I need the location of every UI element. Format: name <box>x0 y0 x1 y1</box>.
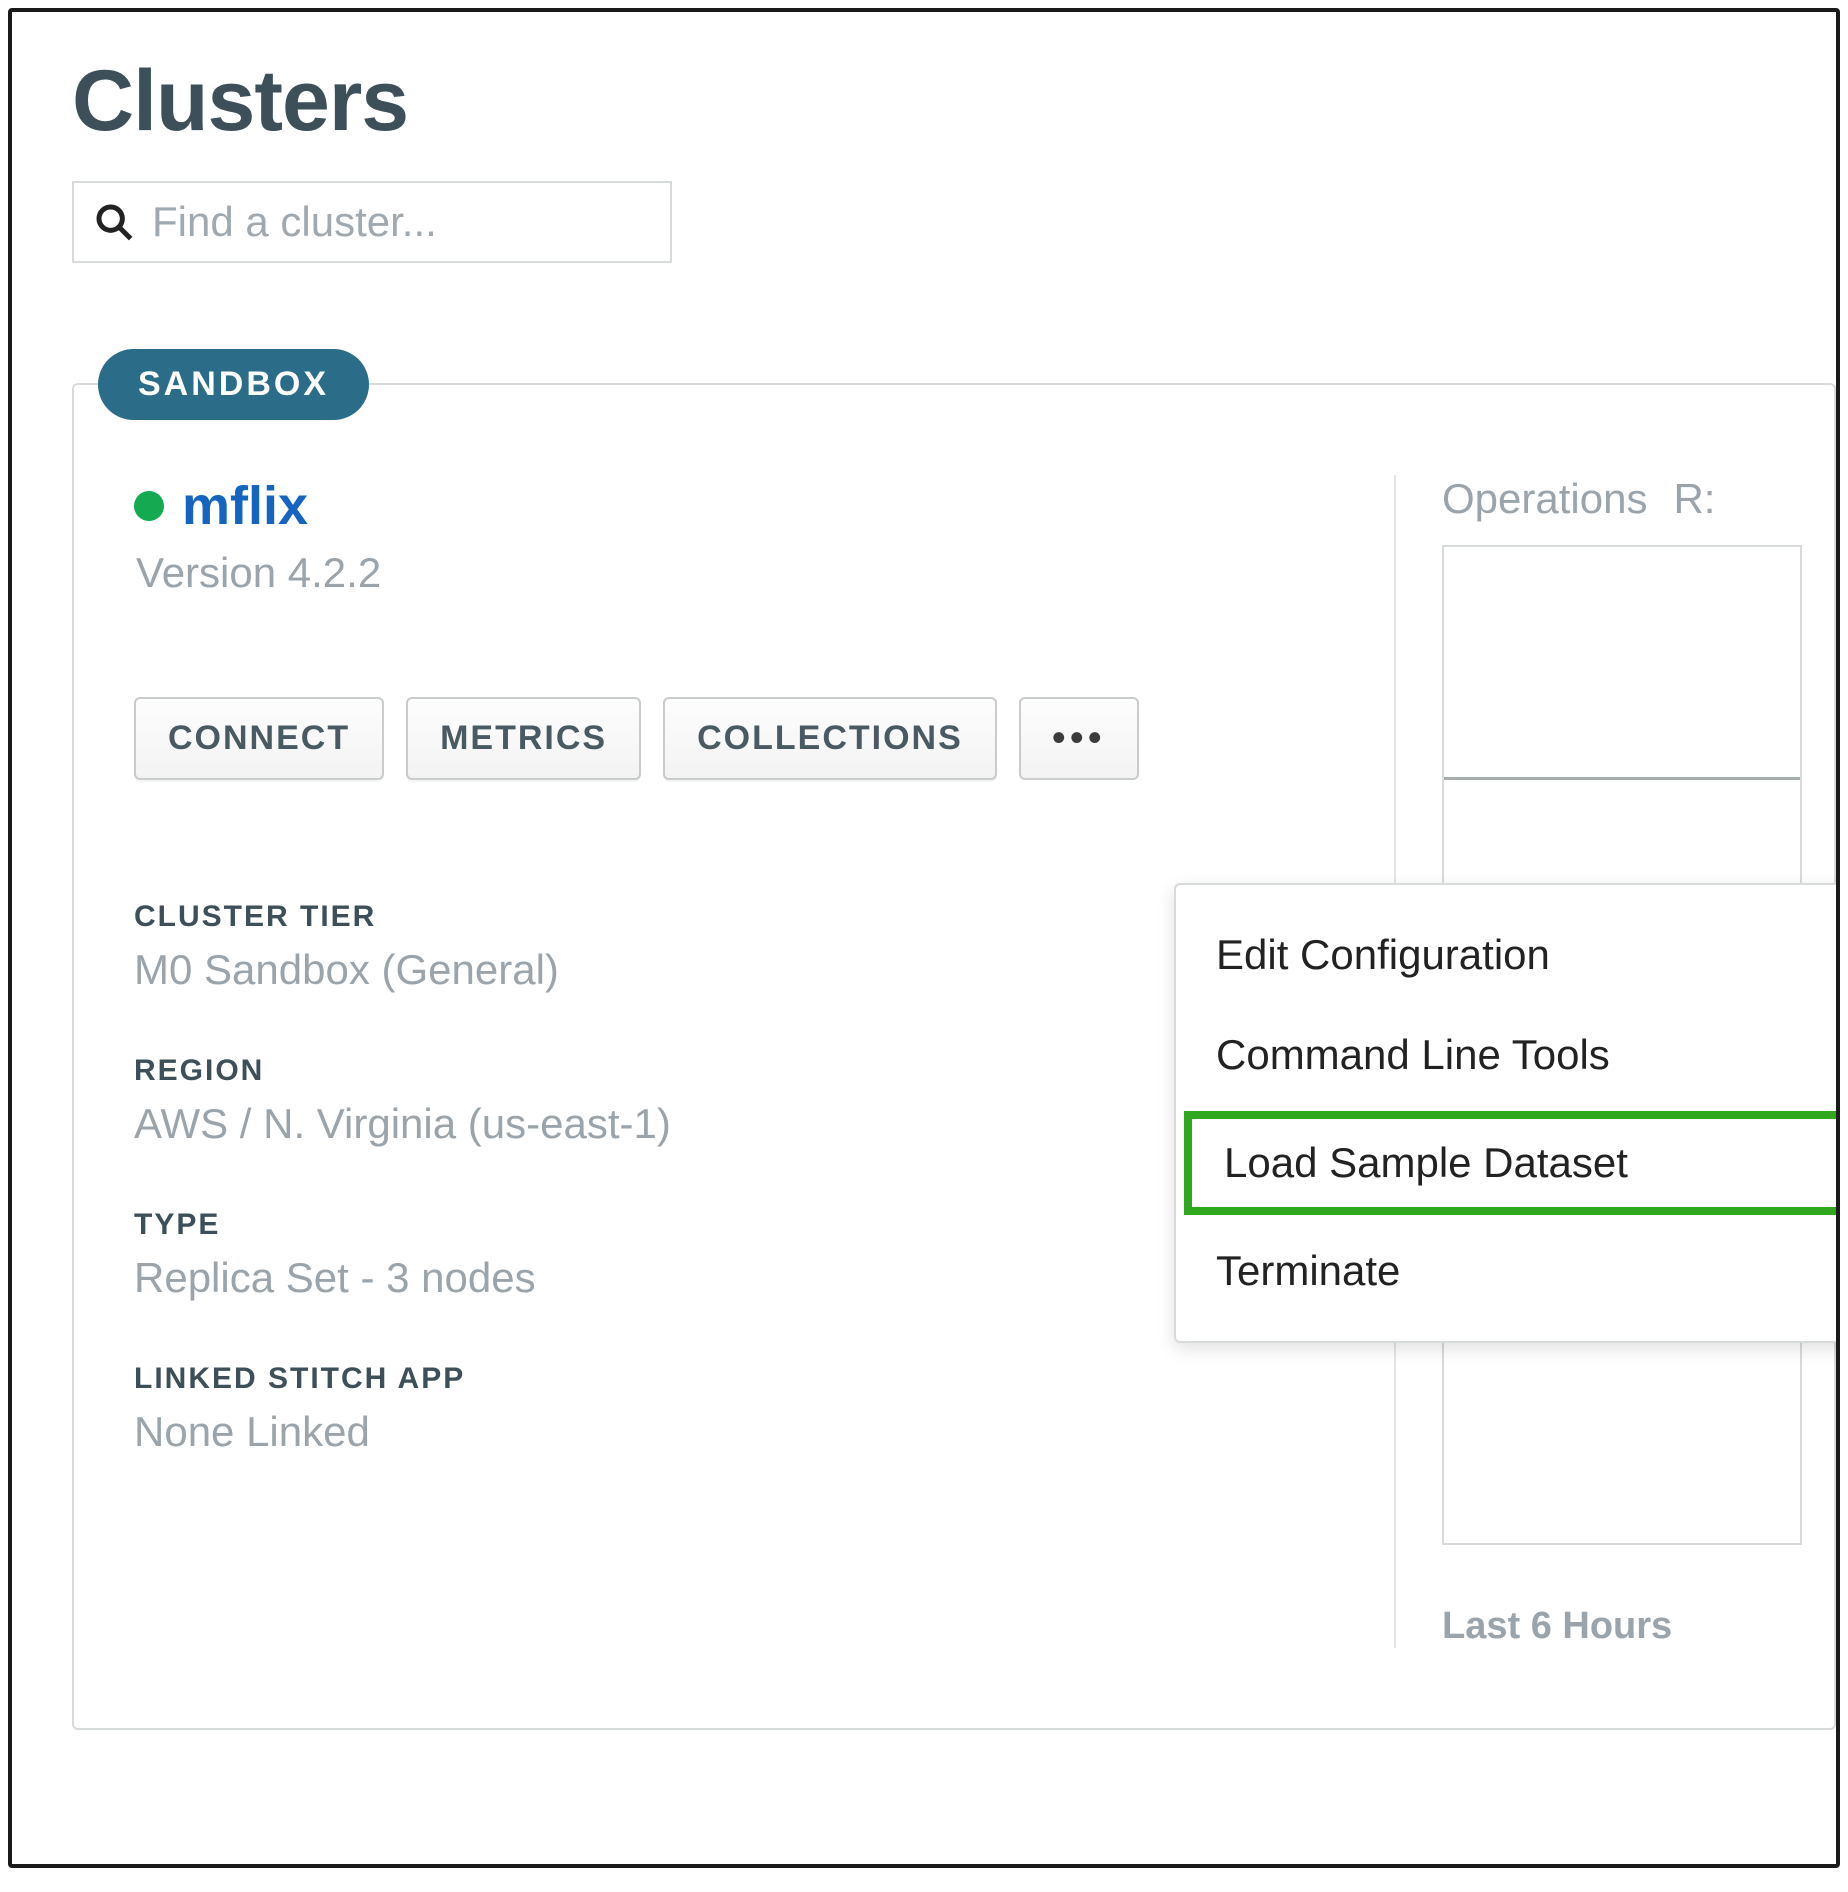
region-value: AWS / N. Virginia (us-east-1) <box>134 1100 1354 1148</box>
stitch-label: LINKED STITCH APP <box>134 1362 1354 1396</box>
metrics-button[interactable]: METRICS <box>406 697 641 780</box>
dropdown-load-sample-dataset[interactable]: Load Sample Dataset <box>1184 1111 1840 1215</box>
info-cluster-tier: CLUSTER TIER M0 Sandbox (General) <box>134 900 1354 994</box>
type-label: TYPE <box>134 1208 1354 1242</box>
info-stitch: LINKED STITCH APP None Linked <box>134 1362 1354 1456</box>
chart-gridline-icon <box>1444 777 1800 780</box>
region-label: REGION <box>134 1054 1354 1088</box>
cluster-version: Version 4.2.2 <box>136 549 1354 597</box>
operations-header: Operations R: <box>1442 475 1834 523</box>
chart-timerange: Last 6 Hours <box>1442 1605 1834 1648</box>
cluster-header: mflix <box>134 475 1354 537</box>
cluster-name-link[interactable]: mflix <box>182 475 308 537</box>
collections-button[interactable]: COLLECTIONS <box>663 697 997 780</box>
status-dot-icon <box>134 491 164 521</box>
info-type: TYPE Replica Set - 3 nodes <box>134 1208 1354 1302</box>
cluster-tier-label: CLUSTER TIER <box>134 900 1354 934</box>
search-field[interactable] <box>72 181 672 263</box>
dropdown-edit-configuration[interactable]: Edit Configuration <box>1176 905 1840 1005</box>
stitch-value: None Linked <box>134 1408 1354 1456</box>
search-input[interactable] <box>152 198 650 246</box>
more-options-button[interactable]: ••• <box>1019 697 1139 780</box>
cluster-tier-value: M0 Sandbox (General) <box>134 946 1354 994</box>
info-region: REGION AWS / N. Virginia (us-east-1) <box>134 1054 1354 1148</box>
cluster-button-row: CONNECT METRICS COLLECTIONS ••• <box>134 697 1354 780</box>
sandbox-badge: SANDBOX <box>98 349 369 420</box>
operations-label: Operations <box>1442 475 1647 523</box>
more-options-dropdown: Edit Configuration Command Line Tools Lo… <box>1174 883 1840 1343</box>
dropdown-command-line-tools[interactable]: Command Line Tools <box>1176 1005 1840 1105</box>
connect-button[interactable]: CONNECT <box>134 697 384 780</box>
operations-r-label: R: <box>1673 475 1715 523</box>
cluster-card-area: SANDBOX mflix Version 4.2.2 CONNECT METR… <box>72 383 1836 1730</box>
type-value: Replica Set - 3 nodes <box>134 1254 1354 1302</box>
ellipsis-icon: ••• <box>1052 716 1106 761</box>
app-frame: Clusters SANDBOX mflix Version 4.2.2 CON… <box>8 8 1840 1868</box>
dropdown-terminate[interactable]: Terminate <box>1176 1221 1840 1321</box>
page-title: Clusters <box>72 52 1836 151</box>
search-icon <box>94 202 134 242</box>
